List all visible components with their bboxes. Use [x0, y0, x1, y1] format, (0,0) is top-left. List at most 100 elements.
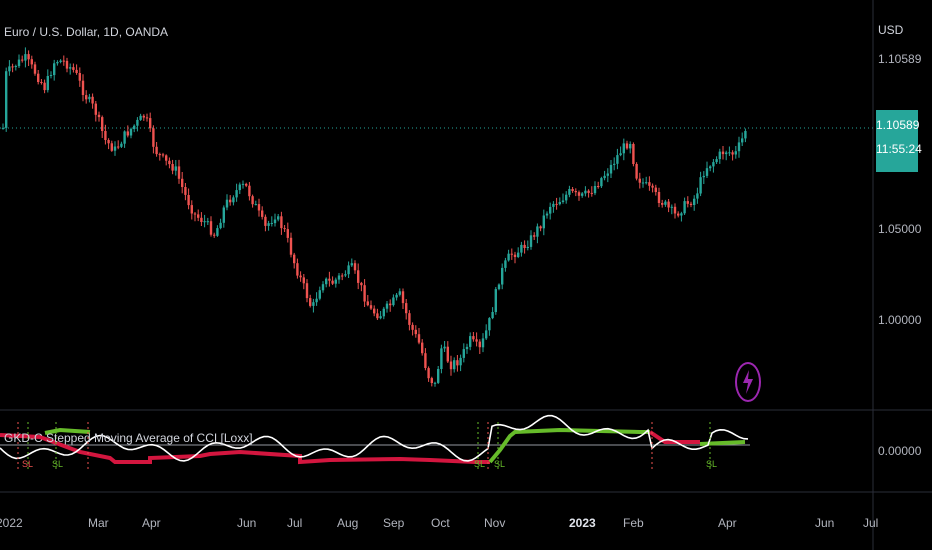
candle-body-181	[581, 193, 584, 196]
candle-body-28	[91, 96, 94, 104]
candle-body-33	[107, 140, 110, 144]
candle-body-227	[728, 152, 731, 154]
candle-body-60	[193, 213, 197, 215]
candle-body-173	[555, 203, 558, 205]
candle-body-86	[277, 216, 280, 220]
sl-label-2: SL	[474, 459, 485, 469]
candle-body-225	[721, 151, 725, 155]
candle-body-130	[417, 334, 421, 343]
price-tick-1: 1.05000	[878, 222, 922, 236]
lightning-icon[interactable]	[735, 362, 761, 402]
candle-body-120	[385, 303, 389, 309]
candle-body-226	[725, 152, 728, 155]
candle-body-18	[59, 60, 62, 62]
candle-body-11	[37, 73, 40, 82]
candle-body-163	[523, 244, 526, 248]
candle-body-6	[21, 59, 24, 61]
candle-body-228	[731, 152, 734, 155]
bar-countdown: 11:55:24	[876, 142, 922, 156]
candle-body-176	[565, 194, 568, 201]
candle-body-160	[513, 254, 517, 257]
candle-body-124	[398, 291, 401, 295]
candle-body-192	[616, 155, 619, 164]
candle-body-197	[632, 144, 635, 164]
candle-body-165	[529, 235, 533, 247]
candle-body-135	[433, 382, 437, 384]
candle-body-114	[366, 301, 369, 306]
candle-body-72	[232, 197, 235, 203]
x-label-13: Jul	[863, 516, 879, 530]
candle-body-139	[446, 346, 449, 362]
candle-body-167	[536, 226, 539, 237]
x-label-5: Aug	[337, 516, 359, 530]
x-label-7: Oct	[431, 516, 450, 530]
candle-body-154	[494, 289, 497, 312]
candle-body-183	[587, 190, 590, 193]
candle-body-48	[155, 146, 158, 155]
candle-body-24	[78, 73, 81, 81]
candle-body-103	[331, 280, 334, 284]
candle-body-76	[245, 183, 248, 186]
candle-body-126	[405, 303, 408, 314]
candle-body-38	[123, 131, 126, 144]
sl-label-4: SL	[706, 459, 717, 469]
candle-body-131	[421, 342, 424, 354]
candle-body-34	[110, 143, 113, 151]
x-label-10: Feb	[623, 516, 644, 530]
symbol-title[interactable]: Euro / U.S. Dollar, 1D, OANDA	[4, 25, 168, 39]
candle-body-91	[293, 254, 296, 264]
candle-body-164	[526, 246, 529, 248]
x-label-11: Apr	[718, 516, 737, 530]
candle-body-27	[88, 96, 91, 100]
candle-body-56	[181, 178, 184, 187]
candle-body-220	[705, 168, 709, 176]
candle-body-92	[296, 263, 299, 276]
candle-body-83	[267, 223, 270, 226]
candle-body-137	[440, 348, 443, 369]
candle-body-57	[184, 187, 187, 195]
candle-body-64	[206, 221, 209, 223]
candle-body-142	[456, 360, 459, 366]
candle-body-69	[222, 207, 225, 223]
candle-body-208	[667, 201, 670, 208]
candle-body-194	[622, 143, 625, 154]
candle-body-218	[699, 177, 702, 194]
candle-body-116	[373, 308, 376, 314]
candle-body-231	[741, 138, 744, 143]
candle-body-185	[593, 186, 597, 194]
candle-body-184	[590, 192, 593, 194]
candle-body-122	[392, 297, 395, 306]
candle-body-207	[664, 201, 667, 205]
candle-body-29	[94, 103, 97, 115]
candle-body-230	[737, 142, 741, 152]
chart-canvas[interactable]: SL SL SL SL SL	[0, 0, 932, 550]
candle-body-5	[17, 59, 21, 67]
candle-body-102	[328, 278, 331, 281]
candle-body-52	[168, 160, 171, 165]
candle-body-94	[302, 277, 305, 284]
candle-body-175	[561, 200, 565, 202]
candle-body-3	[11, 66, 14, 68]
price-tick-top: 1.10589	[878, 52, 922, 66]
candle-body-172	[552, 203, 555, 207]
candle-body-146	[469, 336, 472, 347]
candle-body-39	[126, 131, 129, 136]
candle-body-81	[261, 210, 264, 217]
candle-body-141	[453, 360, 456, 370]
candle-body-21	[69, 67, 72, 69]
candle-body-79	[254, 204, 257, 206]
candle-body-118	[379, 316, 382, 319]
candle-body-4	[14, 66, 17, 67]
candle-body-13	[43, 82, 46, 91]
candle-body-82	[264, 216, 267, 226]
candle-body-138	[443, 346, 446, 349]
x-label-1: Mar	[88, 516, 109, 530]
candle-body-36	[117, 146, 120, 148]
currency-label[interactable]: USD	[878, 23, 903, 37]
candle-body-17	[56, 62, 59, 64]
candle-body-54	[174, 166, 177, 171]
x-label-0: 2022	[0, 516, 23, 530]
candle-body-140	[449, 361, 453, 370]
candle-body-30	[97, 114, 101, 118]
indicator-title[interactable]: GKD-C Stepped Moving Average of CCI [Lox…	[4, 431, 253, 445]
